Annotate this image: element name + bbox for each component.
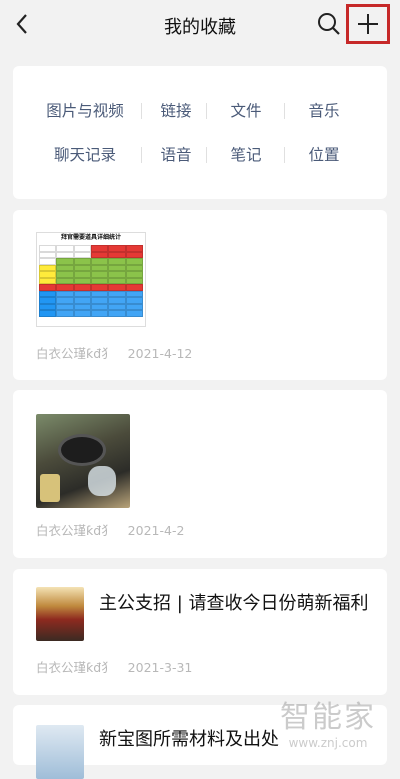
bowl-shape	[88, 466, 116, 496]
item-date: 2021-4-12	[127, 346, 193, 361]
divider	[206, 103, 207, 119]
category-images-videos[interactable]: 图片与视频	[43, 99, 127, 123]
watermark-logo-text: 智能家	[280, 700, 376, 735]
category-chat-history[interactable]: 聊天记录	[43, 143, 127, 167]
category-links[interactable]: 链接	[143, 99, 209, 123]
search-icon	[318, 13, 340, 35]
divider	[206, 147, 207, 163]
item-meta: 白衣公瑾ƙđ犭 2021-4-12	[36, 343, 192, 362]
search-button[interactable]	[315, 10, 343, 38]
category-music[interactable]: 音乐	[291, 99, 357, 123]
category-card: 图片与视频 链接 文件 音乐 聊天记录 语音 笔记 位置	[13, 66, 387, 199]
divider	[141, 103, 142, 119]
category-notes[interactable]: 笔记	[213, 143, 279, 167]
category-location[interactable]: 位置	[291, 143, 357, 167]
plus-icon	[358, 14, 378, 34]
item-date: 2021-3-31	[127, 660, 193, 675]
category-voice[interactable]: 语音	[143, 143, 209, 167]
divider	[284, 103, 285, 119]
item-meta: 白衣公瑾ƙđ犭 2021-4-2	[36, 520, 184, 539]
pan-shape	[58, 434, 106, 466]
item-author: 白衣公瑾ƙđ犭	[36, 523, 114, 538]
food-shape	[40, 474, 60, 502]
watermark: 智能家 www.znj.com	[280, 692, 376, 750]
divider	[141, 147, 142, 163]
category-row-2: 聊天记录 语音 笔记 位置	[13, 143, 387, 167]
table-image-thumbnail[interactable]: 拜官需要道具详细统计	[36, 232, 146, 327]
article-thumbnail	[36, 587, 84, 641]
category-files[interactable]: 文件	[213, 99, 279, 123]
add-button[interactable]	[346, 4, 390, 44]
category-row-1: 图片与视频 链接 文件 音乐	[13, 99, 387, 123]
favorite-item[interactable]: 主公支招 | 请查收今日份萌新福利 白衣公瑾ƙđ犭 2021-3-31	[13, 569, 387, 695]
video-thumbnail[interactable]	[36, 414, 130, 508]
item-author: 白衣公瑾ƙđ犭	[36, 660, 114, 675]
article-thumbnail	[36, 725, 84, 779]
article-title[interactable]: 主公支招 | 请查收今日份萌新福利	[99, 589, 369, 618]
item-meta: 白衣公瑾ƙđ犭 2021-3-31	[36, 657, 192, 676]
top-bar: 我的收藏	[0, 0, 400, 50]
favorite-item[interactable]: 白衣公瑾ƙđ犭 2021-4-2	[13, 390, 387, 558]
thumbnail-title: 拜官需要道具详细统计	[60, 234, 121, 241]
watermark-url: www.znj.com	[288, 736, 368, 750]
item-author: 白衣公瑾ƙđ犭	[36, 346, 114, 361]
divider	[284, 147, 285, 163]
favorite-item[interactable]: 拜官需要道具详细统计 白衣公瑾ƙđ犭 2021-4-12	[13, 210, 387, 380]
table-grid	[39, 245, 143, 317]
item-date: 2021-4-2	[127, 523, 185, 538]
